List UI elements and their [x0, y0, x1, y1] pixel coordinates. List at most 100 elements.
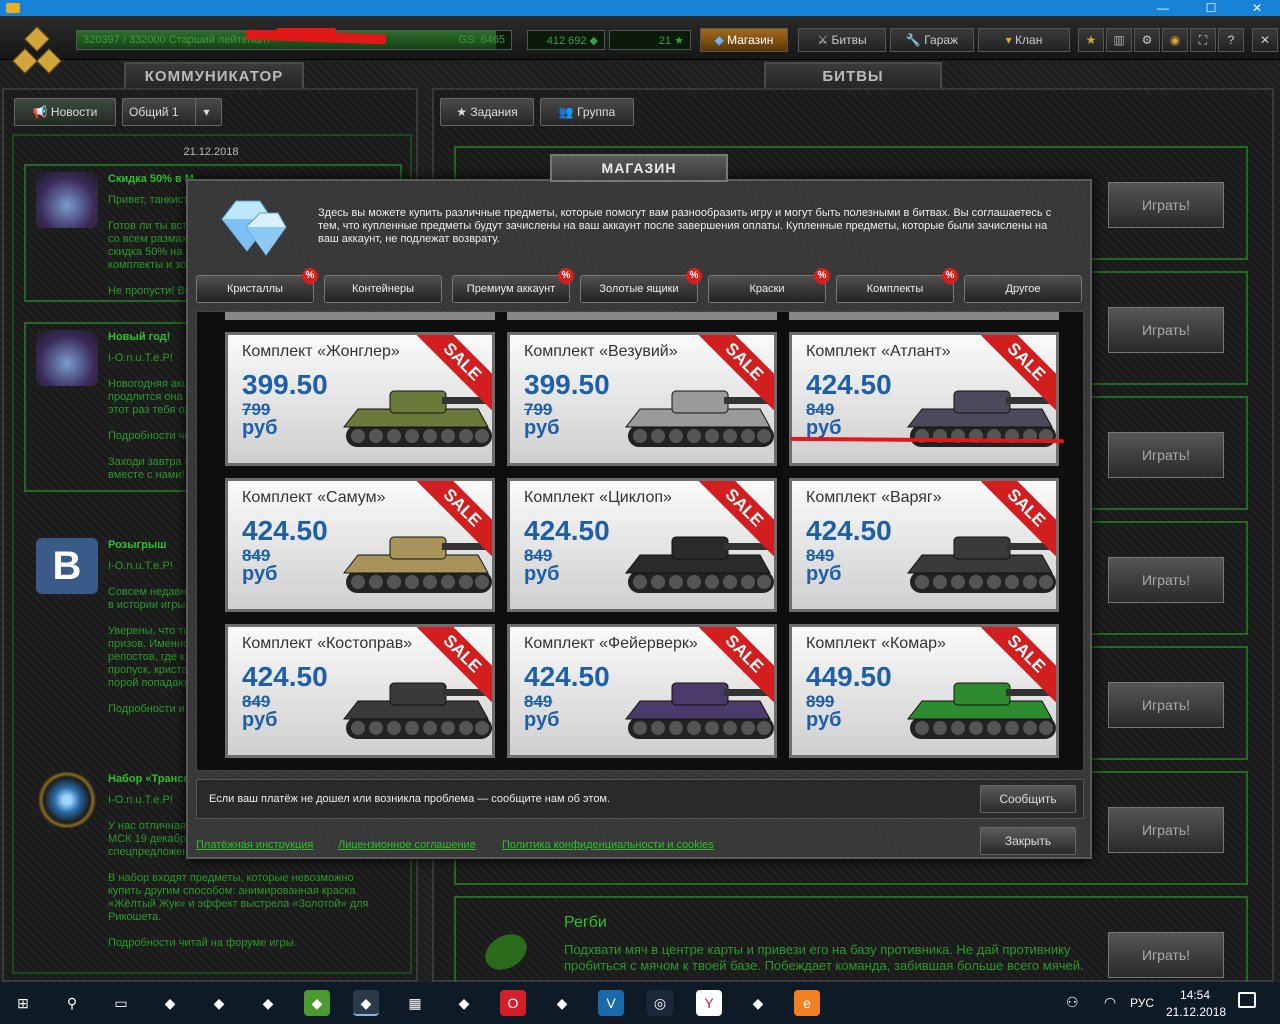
tanki-icon[interactable]: ◆	[353, 990, 379, 1016]
play-button[interactable]: Играть!	[1108, 682, 1224, 728]
crystals-counter: 412 692 ◆	[527, 30, 605, 50]
item-price: 449.50	[806, 661, 892, 692]
play-button[interactable]: Играть!	[1108, 557, 1224, 603]
shop-item-card[interactable]: Комплект «Костоправ» 424.50 849 руб SALE	[225, 624, 495, 758]
shop-category-tab[interactable]: Золотые ящики%	[580, 268, 702, 303]
shop-dialog: Здесь вы можете купить различные предмет…	[186, 179, 1092, 859]
wrench-icon: 🔧	[905, 33, 925, 47]
language-indicator[interactable]: РУС	[1130, 996, 1154, 1010]
medal-icon: ▾	[1005, 33, 1016, 47]
shop-category-tab[interactable]: Контейнеры	[324, 275, 442, 303]
pawn-icon[interactable]: ◆	[451, 990, 477, 1016]
item-name: Комплект «Жонглер»	[242, 343, 400, 360]
shop-category-tab[interactable]: Другое	[964, 275, 1082, 303]
fullscreen-icon[interactable]: ⛶	[1190, 28, 1216, 52]
nav-clan-button[interactable]: ▾ Клан	[978, 28, 1070, 52]
shop-category-tab[interactable]: Кристаллы%	[196, 268, 318, 303]
play-button[interactable]: Играть!	[1108, 307, 1224, 353]
tablet-app-icon[interactable]: ◆	[255, 990, 281, 1016]
shop-category-label: Кристаллы	[227, 283, 283, 295]
e-app-icon[interactable]: e	[794, 990, 820, 1016]
item-price: 424.50	[524, 661, 610, 692]
close-button[interactable]: Закрыть	[980, 827, 1076, 855]
shop-item-card[interactable]: Комплект «Комар» 449.50 899 руб SALE	[789, 624, 1059, 758]
help-icon[interactable]: ?	[1218, 28, 1244, 52]
vk-icon: В	[36, 538, 98, 594]
search-icon[interactable]: ⚲	[59, 990, 85, 1016]
nav-battles-button[interactable]: ⚔ Битвы	[798, 28, 886, 52]
megaphone-icon: 📢	[32, 105, 51, 119]
tab-group[interactable]: 👥 Группа	[540, 98, 634, 126]
play-button[interactable]: Играть!	[1108, 807, 1224, 853]
news-line	[108, 924, 394, 937]
shop-item-card[interactable]: Комплект «Фейерверк» 424.50 849 руб SALE	[507, 624, 777, 758]
item-name: Комплект «Костоправ»	[242, 635, 413, 652]
shop-item-card[interactable]: Комплект «Атлант» 424.50 849 руб SALE	[789, 332, 1059, 466]
notifications-icon[interactable]	[1238, 992, 1256, 1008]
news-button[interactable]: 📢 Новости	[14, 98, 116, 126]
network-icon[interactable]: ◠	[1104, 994, 1116, 1011]
shop-category-tab[interactable]: Краски%	[708, 268, 830, 303]
window-close-button[interactable]: ✕	[1234, 0, 1280, 16]
clock-time[interactable]: 14:54	[1180, 988, 1210, 1002]
nav-garage-button[interactable]: 🔧 Гараж	[890, 28, 974, 52]
item-price: 424.50	[806, 369, 892, 400]
face-app-icon[interactable]: ◆	[549, 990, 575, 1016]
news-line: Рикошета.	[108, 911, 162, 923]
privacy-policy-link[interactable]: Политика конфиденциальности и cookies	[502, 839, 714, 851]
news-button-label: Новости	[50, 105, 98, 119]
close-icon[interactable]: ✕	[1252, 28, 1278, 52]
shop-items-grid[interactable]: Комплект «Жонглер» 399.50 799 руб SALE Ко…	[196, 311, 1084, 771]
people-icon[interactable]: ⚇	[1066, 994, 1079, 1011]
clock-date[interactable]: 21.12.2018	[1166, 1005, 1226, 1019]
steam-icon[interactable]: ◎	[647, 990, 673, 1016]
sound-icon[interactable]: ◉	[1162, 28, 1188, 52]
play-button[interactable]: Играть!	[1108, 932, 1224, 978]
battle-mode-desc: Подхвати мяч в центре карты и привези ег…	[564, 942, 1084, 973]
taskbar: ⊞ ⚲ ▭ ◆ ◆ ◆ ◆ ◆ ▦ ◆ O ◆ V ◎ Y ◆ e ⚇ ◠ РУС 14:54 21.12.20…	[0, 982, 1280, 1024]
bluestacks-icon[interactable]: ◆	[304, 990, 330, 1016]
stars-counter: 21 ★	[609, 30, 691, 50]
nav-shop-label: Магазин	[727, 33, 774, 47]
tab-tasks[interactable]: ★ Задания	[440, 98, 534, 126]
settings-icon[interactable]: ⚙	[1134, 28, 1160, 52]
discount-badge: %	[302, 268, 318, 284]
game-area: 320397 / 332000 Старший лейтенант GS: 64…	[0, 16, 1280, 1010]
calculator-icon[interactable]: ▦	[402, 990, 428, 1016]
rank-icon[interactable]	[12, 26, 62, 90]
task-view-icon[interactable]: ▭	[108, 990, 134, 1016]
stats-icon[interactable]: ▥	[1106, 28, 1132, 52]
maximize-button[interactable]: ☐	[1188, 0, 1234, 16]
start-icon[interactable]: ⊞	[10, 990, 36, 1016]
shop-category-label: Другое	[1005, 283, 1041, 295]
shop-category-tab[interactable]: Премиум аккаунт%	[452, 268, 574, 303]
nav-shop-button[interactable]: ◆ Магазин	[700, 28, 788, 52]
shop-item-card[interactable]: Комплект «Везувий» 399.50 799 руб SALE	[507, 332, 777, 466]
payment-instruction-link[interactable]: Платёжная инструкция	[196, 839, 313, 851]
card-edge	[225, 312, 495, 320]
paint-icon[interactable]: ◆	[206, 990, 232, 1016]
mic-app-icon[interactable]: ◆	[157, 990, 183, 1016]
opera-icon[interactable]: O	[500, 990, 526, 1016]
redaction-scribble	[276, 28, 336, 36]
window-titlebar: — ☐ ✕	[0, 0, 1280, 16]
shop-item-card[interactable]: Комплект «Самум» 424.50 849 руб SALE	[225, 478, 495, 612]
play-button[interactable]: Играть!	[1108, 182, 1224, 228]
shop-item-card[interactable]: Комплект «Варяг» 424.50 849 руб SALE	[789, 478, 1059, 612]
shop-item-card[interactable]: Комплект «Циклоп» 424.50 849 руб SALE	[507, 478, 777, 612]
transformer-icon	[36, 772, 98, 828]
shop-item-card[interactable]: Комплект «Жонглер» 399.50 799 руб SALE	[225, 332, 495, 466]
v-app-icon[interactable]: V	[598, 990, 624, 1016]
play-button[interactable]: Играть!	[1108, 432, 1224, 478]
shop-category-tab[interactable]: Комплекты%	[836, 268, 958, 303]
item-price: 424.50	[806, 515, 892, 546]
report-button[interactable]: Сообщить	[980, 785, 1076, 813]
minimize-button[interactable]: —	[1140, 0, 1186, 16]
shop-title: МАГАЗИН	[550, 154, 728, 182]
star-icon[interactable]: ★	[1078, 28, 1104, 52]
video-app-icon[interactable]: ◆	[745, 990, 771, 1016]
channel-select[interactable]: Общий 1 ▾	[122, 98, 222, 126]
yandex-icon[interactable]: Y	[696, 990, 722, 1016]
license-agreement-link[interactable]: Лицензионное соглашение	[338, 839, 476, 851]
news-date: 21.12.2018	[183, 146, 239, 158]
